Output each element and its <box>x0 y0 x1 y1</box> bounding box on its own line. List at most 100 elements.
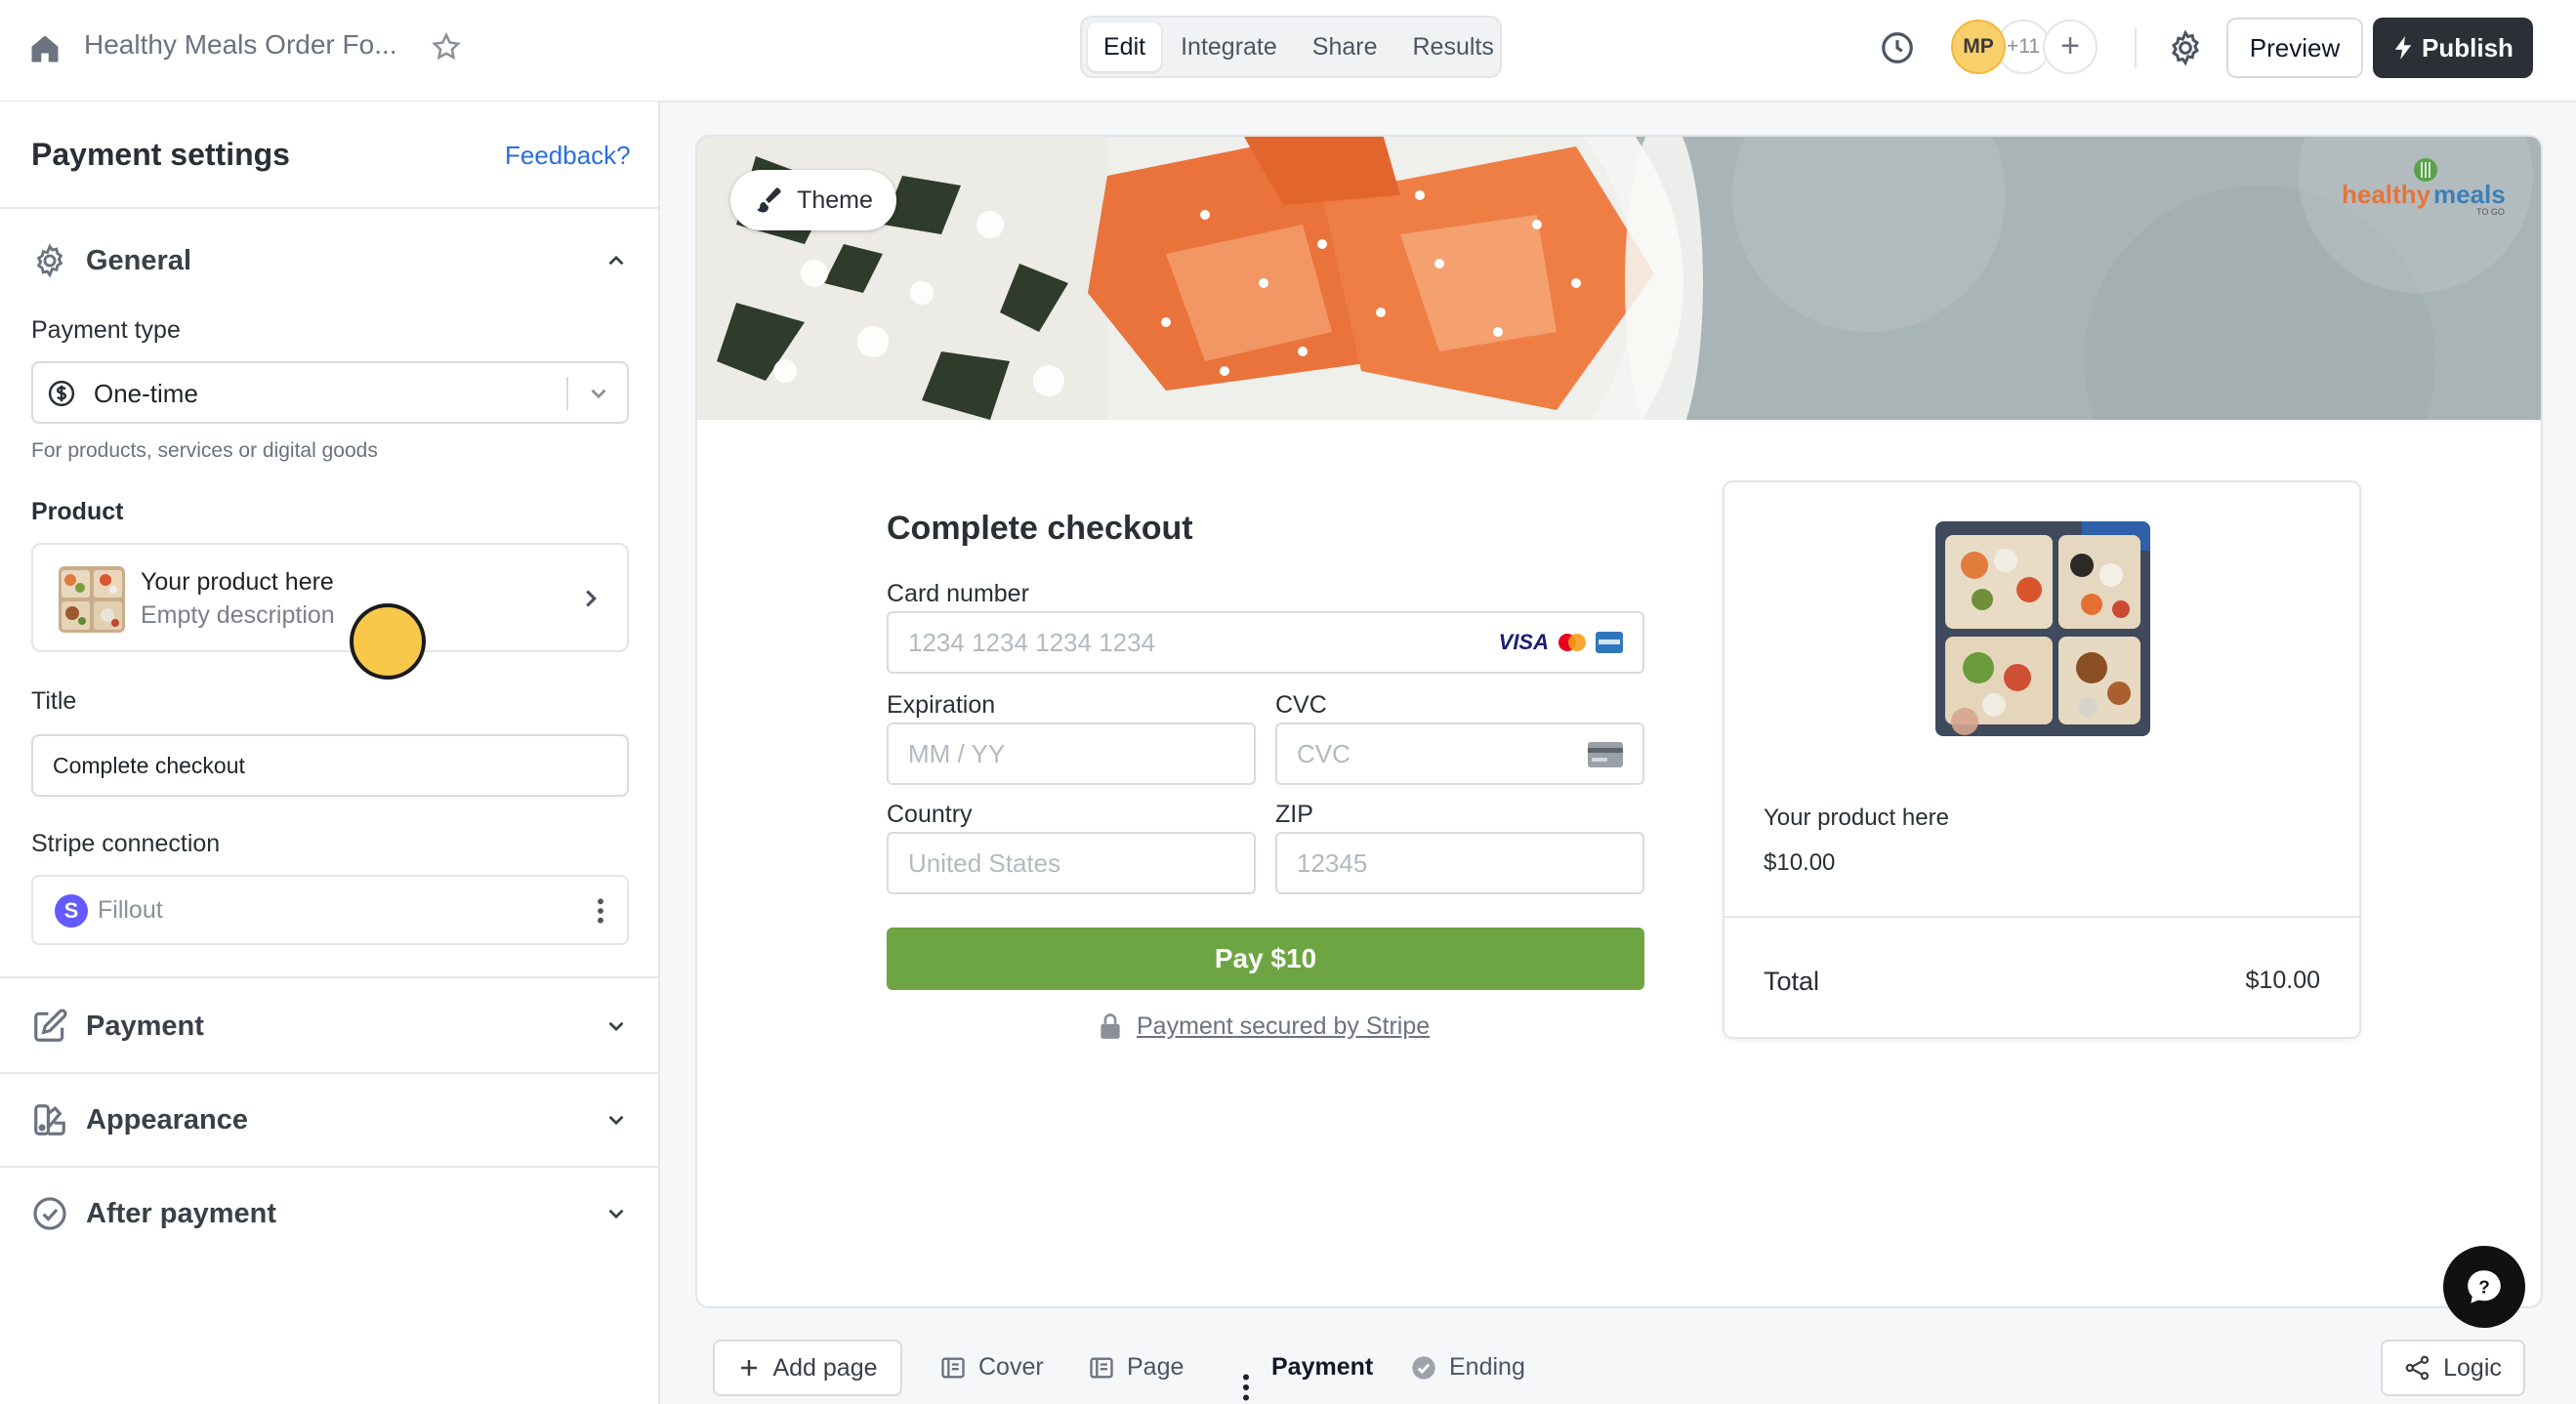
theme-button[interactable]: Theme <box>730 170 896 230</box>
zip-label: ZIP <box>1275 801 1313 828</box>
tab-edit[interactable]: Edit <box>1088 22 1162 71</box>
stripe-logo-icon: S <box>55 894 88 928</box>
mastercard-icon <box>1558 634 1586 651</box>
tab-results[interactable]: Results <box>1397 22 1510 71</box>
tab-share[interactable]: Share <box>1297 22 1393 71</box>
title-label: Title <box>31 687 77 715</box>
stripe-account-name: Fillout <box>98 896 163 924</box>
zip-input[interactable]: 12345 <box>1275 832 1644 894</box>
cvc-label: CVC <box>1275 691 1327 719</box>
logic-button[interactable]: Logic <box>2381 1340 2525 1396</box>
preview-button[interactable]: Preview <box>2226 18 2363 78</box>
gear-icon[interactable] <box>2166 28 2205 67</box>
plus-icon <box>741 1360 758 1376</box>
cvc-placeholder: CVC <box>1297 739 1350 768</box>
appearance-section-header[interactable]: Appearance <box>31 1095 629 1144</box>
stripe-connection-field[interactable]: S Fillout <box>31 875 629 945</box>
page-icon <box>941 1357 965 1378</box>
page-tab-cover[interactable]: Cover <box>939 1353 1044 1382</box>
stripe-connection-label: Stripe connection <box>31 830 221 857</box>
payment-secured-link[interactable]: Payment secured by Stripe <box>1137 1012 1430 1041</box>
cvc-input[interactable]: CVC <box>1275 723 1644 785</box>
add-page-button[interactable]: Add page <box>713 1340 902 1396</box>
help-chat-icon: ? <box>2468 1270 2501 1303</box>
check-circle-icon <box>1412 1355 1435 1380</box>
more-vertical-icon[interactable] <box>1232 1371 1260 1404</box>
check-circle-icon <box>33 1197 66 1230</box>
star-icon[interactable] <box>430 30 463 63</box>
product-description: Empty description <box>141 601 335 629</box>
divider <box>0 207 658 209</box>
page-tab-label: Page <box>1127 1353 1184 1381</box>
payment-type-helper: For products, services or digital goods <box>31 439 378 462</box>
title-input[interactable]: Complete checkout <box>31 734 629 797</box>
divider <box>0 1072 658 1074</box>
expiration-label: Expiration <box>887 691 996 719</box>
checkout-title: Complete checkout <box>887 510 1193 547</box>
card-number-input[interactable]: 1234 1234 1234 1234 VISA <box>887 611 1644 674</box>
card-number-placeholder: 1234 1234 1234 1234 <box>908 628 1156 657</box>
theme-button-label: Theme <box>797 186 873 214</box>
cover-banner-image: Theme healthy meals TO GO <box>697 137 2541 420</box>
total-value: $10.00 <box>2245 967 2320 994</box>
payment-type-label: Payment type <box>31 316 181 344</box>
gear-icon <box>36 243 63 278</box>
chevron-down-icon <box>608 1021 624 1032</box>
payment-section-label: Payment <box>86 1010 204 1042</box>
divider <box>2135 27 2137 68</box>
page-tab-payment[interactable]: Payment <box>1271 1353 1373 1382</box>
card-back-icon <box>1588 742 1623 767</box>
order-summary: Your product here $10.00 Total $10.00 <box>1723 480 2361 1039</box>
add-collaborator-button[interactable]: + <box>2043 20 2098 74</box>
home-icon[interactable] <box>27 31 62 66</box>
appearance-section-label: Appearance <box>86 1103 249 1136</box>
country-label: Country <box>887 801 973 828</box>
summary-product-price: $10.00 <box>1764 849 1836 876</box>
product-label: Product <box>31 498 124 525</box>
divider <box>0 976 658 978</box>
palette-icon <box>34 1104 65 1136</box>
pay-button[interactable]: Pay $10 <box>887 928 1644 990</box>
lock-icon <box>1101 1013 1120 1039</box>
chevron-down-icon <box>591 389 606 399</box>
divider <box>1724 916 2359 918</box>
chevron-down-icon <box>608 1115 624 1126</box>
payment-settings-panel: Payment settings Feedback? General Payme… <box>0 102 660 1404</box>
payment-type-select[interactable]: One-time <box>31 361 629 424</box>
page-tab-label: Ending <box>1449 1353 1525 1381</box>
form-title[interactable]: Healthy Meals Order Fo... <box>84 29 397 61</box>
publish-label: Publish <box>2422 32 2514 62</box>
page-tab-ending[interactable]: Ending <box>1410 1353 1525 1382</box>
tab-integrate[interactable]: Integrate <box>1165 22 1293 71</box>
expiration-input[interactable]: MM / YY <box>887 723 1256 785</box>
total-label: Total <box>1764 967 1820 996</box>
summary-product-name: Your product here <box>1764 805 1949 831</box>
svg-text:TO GO: TO GO <box>2476 207 2505 217</box>
paintbrush-icon <box>757 187 781 213</box>
general-section-label: General <box>86 244 191 276</box>
edit-square-icon <box>34 1009 67 1042</box>
product-card[interactable]: Your product here Empty description <box>31 543 629 652</box>
avatar[interactable]: MP <box>1951 20 2006 74</box>
share-nodes-icon <box>2405 1355 2430 1381</box>
divider <box>566 377 568 410</box>
country-select[interactable]: United States <box>887 832 1256 894</box>
payment-type-value: One-time <box>94 379 198 408</box>
chevron-down-icon <box>608 1209 624 1219</box>
publish-button[interactable]: Publish <box>2373 18 2533 78</box>
card-brands: VISA <box>1499 629 1623 656</box>
payment-section-header[interactable]: Payment <box>31 1002 629 1051</box>
chevron-up-icon <box>608 255 624 266</box>
top-bar: Healthy Meals Order Fo... Edit Integrate… <box>0 0 2576 103</box>
history-clock-icon[interactable] <box>1879 29 1916 66</box>
logic-label: Logic <box>2443 1353 2502 1382</box>
visa-icon: VISA <box>1498 630 1549 654</box>
general-section-header[interactable]: General <box>31 236 629 285</box>
form-canvas: Theme healthy meals TO GO Complete check… <box>695 135 2543 1308</box>
feedback-link[interactable]: Feedback? <box>505 141 631 171</box>
page-tab-page[interactable]: Page <box>1088 1353 1184 1382</box>
help-chat-button[interactable]: ? <box>2443 1246 2525 1328</box>
after-payment-section-header[interactable]: After payment <box>31 1189 629 1238</box>
page-icon <box>1090 1357 1113 1378</box>
more-vertical-icon[interactable] <box>586 894 615 928</box>
